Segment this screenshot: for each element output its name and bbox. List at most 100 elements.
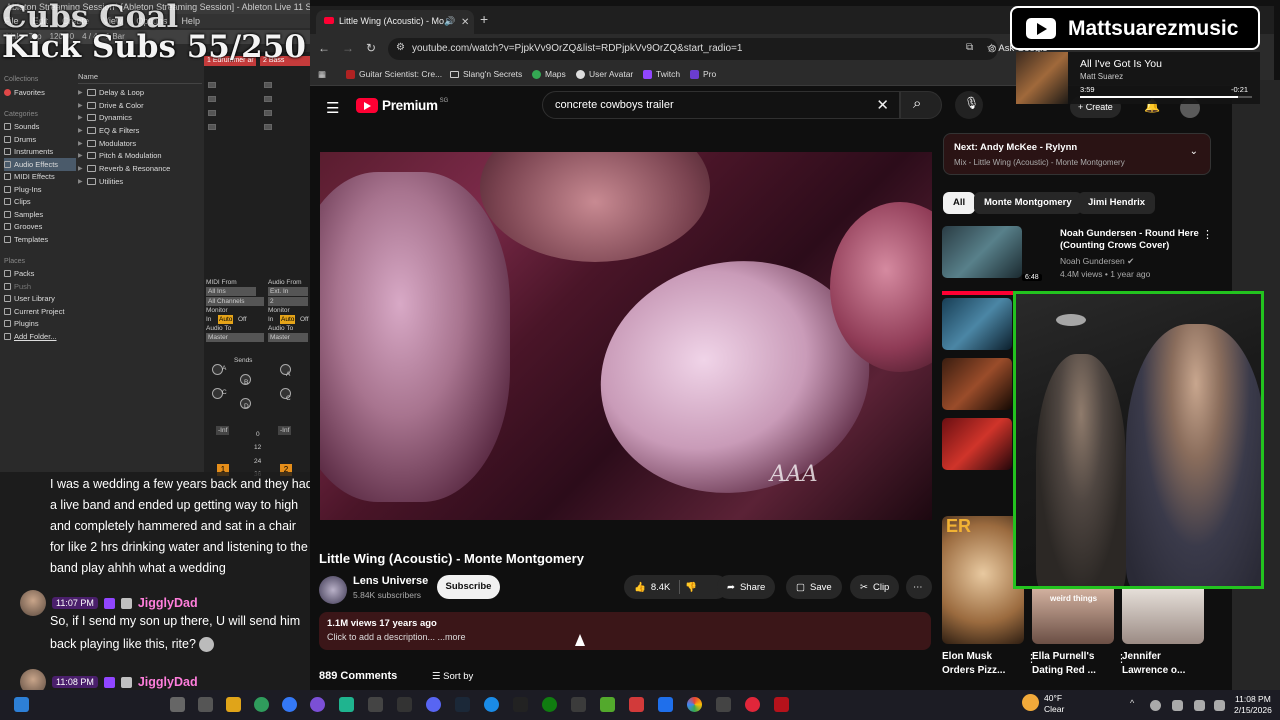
place-user-library[interactable]: User Library	[4, 293, 76, 306]
clip-slot[interactable]	[208, 82, 216, 88]
save-button[interactable]: ▢ Save	[786, 575, 842, 599]
midi-from-select[interactable]: All Ins	[206, 287, 256, 296]
place-plugins[interactable]: Plugins	[4, 318, 76, 331]
folder-item[interactable]: ▶ Modulators	[78, 137, 202, 150]
clip-slot[interactable]	[264, 110, 272, 116]
chat-username[interactable]: JigglyDad	[138, 675, 198, 689]
bookmark-twitch[interactable]: Twitch	[643, 69, 680, 79]
category-clips[interactable]: Clips	[4, 196, 76, 209]
category-instruments[interactable]: Instruments	[4, 146, 76, 159]
recommended-thumbnail[interactable]	[942, 418, 1012, 470]
recommended-thumbnail[interactable]	[942, 298, 1012, 350]
category-audio-effects[interactable]: Audio Effects	[4, 158, 76, 171]
place-push[interactable]: Push	[4, 280, 76, 293]
add-folder-link[interactable]: Add Folder...	[4, 330, 76, 343]
file-explorer-icon[interactable]	[226, 697, 241, 712]
up-next-panel[interactable]: Next: Andy McKee - Rylynn Mix - Little W…	[943, 133, 1211, 175]
taskbar-app-icon[interactable]	[658, 697, 673, 712]
clip-slot[interactable]	[208, 96, 216, 102]
edge-icon[interactable]	[282, 697, 297, 712]
subscribe-button[interactable]: Subscribe	[437, 575, 500, 599]
category-samples[interactable]: Samples	[4, 208, 76, 221]
search-button[interactable]: ⌕	[900, 91, 942, 119]
monitor-in-2[interactable]: In	[268, 315, 273, 324]
folder-item[interactable]: ▶ Delay & Loop	[78, 86, 202, 99]
taskbar-app-icon[interactable]	[397, 697, 412, 712]
folder-item[interactable]: ▶ Dynamics	[78, 111, 202, 124]
battlenet-icon[interactable]	[484, 697, 499, 712]
steam-icon[interactable]	[455, 697, 470, 712]
clip-slot[interactable]	[264, 82, 272, 88]
chrome-icon[interactable]	[687, 697, 702, 712]
audio-to-select[interactable]: Master	[206, 333, 264, 342]
recommended-title[interactable]: Noah Gundersen - Round Here (Counting Cr…	[1060, 228, 1205, 252]
live-icon[interactable]	[339, 697, 354, 712]
start-icon[interactable]	[14, 697, 29, 712]
recommended-thumbnail[interactable]	[942, 226, 1022, 278]
audio-to-select-2[interactable]: Master	[268, 333, 308, 342]
short-thumbnail[interactable]: ER	[942, 516, 1024, 644]
midi-channel-select[interactable]: All Channels	[206, 297, 264, 306]
monitor-off[interactable]: Off	[238, 315, 247, 324]
taskbar-app-icon[interactable]	[774, 697, 789, 712]
apps-grid-icon[interactable]: ▦	[318, 69, 326, 80]
volume-readout[interactable]: -Inf	[216, 426, 230, 435]
audio-meter-icon[interactable]	[368, 697, 383, 712]
bookmark-guitar-scientist[interactable]: Guitar Scientist: Cre...	[346, 69, 442, 79]
recommended-channel[interactable]: Noah Gundersen ✔	[1060, 256, 1134, 267]
browser-tab[interactable]: Little Wing (Acoustic) - Mo 🔊 ✕	[316, 10, 474, 34]
volume-readout-2[interactable]: -Inf	[278, 426, 292, 435]
favorites-item[interactable]: Favorites	[4, 86, 76, 99]
folder-item[interactable]: ▶ Utilities	[78, 175, 202, 188]
clear-search-icon[interactable]: ✕	[876, 96, 889, 114]
chip-all[interactable]: All	[943, 192, 976, 214]
close-tab-icon[interactable]: ✕	[461, 17, 469, 28]
like-button[interactable]: 👍 8.4K	[634, 582, 670, 593]
taskbar-clock[interactable]: 11:08 PM 2/15/2026	[1234, 694, 1272, 716]
obs-icon[interactable]	[310, 697, 325, 712]
chip-monte-montgomery[interactable]: Monte Montgomery	[974, 192, 1082, 214]
network-icon[interactable]	[1172, 700, 1183, 711]
voice-search-button[interactable]: 🎙	[955, 91, 983, 119]
back-icon[interactable]: ←	[318, 41, 330, 55]
tray-expand-icon[interactable]: ^	[1130, 698, 1134, 708]
place-current-project[interactable]: Current Project	[4, 305, 76, 318]
folder-item[interactable]: ▶ Drive & Color	[78, 99, 202, 112]
hamburger-menu-icon[interactable]: ☰	[326, 99, 339, 117]
dislike-button[interactable]: 👎	[685, 582, 697, 593]
category-templates[interactable]: Templates	[4, 233, 76, 246]
taskbar-app-icon[interactable]	[716, 697, 731, 712]
youtube-logo[interactable]: Premium SG	[356, 98, 448, 113]
more-options-icon[interactable]: ⋮	[1202, 228, 1213, 241]
clip-slot[interactable]	[264, 124, 272, 130]
monitor-off-2[interactable]: Off	[300, 315, 309, 324]
channel-avatar[interactable]	[319, 576, 347, 604]
recommended-thumbnail[interactable]	[942, 358, 1012, 410]
new-tab-icon[interactable]: +	[480, 11, 488, 27]
display-icon[interactable]	[1214, 700, 1225, 711]
minecraft-icon[interactable]	[600, 697, 615, 712]
category-midi-effects[interactable]: MIDI Effects	[4, 171, 76, 184]
folder-item[interactable]: ▶ Pitch & Modulation	[78, 149, 202, 162]
folder-item[interactable]: ▶ Reverb & Resonance	[78, 162, 202, 175]
bookmark-slangn-secrets[interactable]: Slang'n Secrets	[450, 69, 522, 79]
bookmark-maps[interactable]: Maps	[532, 69, 566, 79]
cast-icon[interactable]: ⧉	[966, 42, 973, 53]
more-actions-button[interactable]: ⋯	[906, 575, 932, 599]
chrome-icon[interactable]	[254, 697, 269, 712]
forward-icon[interactable]: →	[342, 41, 354, 55]
reload-icon[interactable]: ↻	[366, 41, 376, 55]
taskbar-app-icon[interactable]	[629, 697, 644, 712]
monitor-auto[interactable]: Auto	[218, 315, 234, 324]
category-sounds[interactable]: Sounds	[4, 121, 76, 134]
address-bar[interactable]: ⚙ youtube.com/watch?v=PjpkVv9OrZQ&list=R…	[388, 38, 1048, 60]
onedrive-icon[interactable]	[1150, 700, 1161, 711]
clip-slot[interactable]	[264, 96, 272, 102]
category-drums[interactable]: Drums	[4, 133, 76, 146]
clip-button[interactable]: ✂ Clip	[850, 575, 900, 599]
epic-games-icon[interactable]	[513, 697, 528, 712]
taskbar-app-icon[interactable]	[198, 697, 213, 712]
monitor-auto-2[interactable]: Auto	[280, 315, 296, 324]
channel-name[interactable]: Lens Universe	[353, 575, 428, 587]
chat-username[interactable]: JigglyDad	[138, 596, 198, 610]
